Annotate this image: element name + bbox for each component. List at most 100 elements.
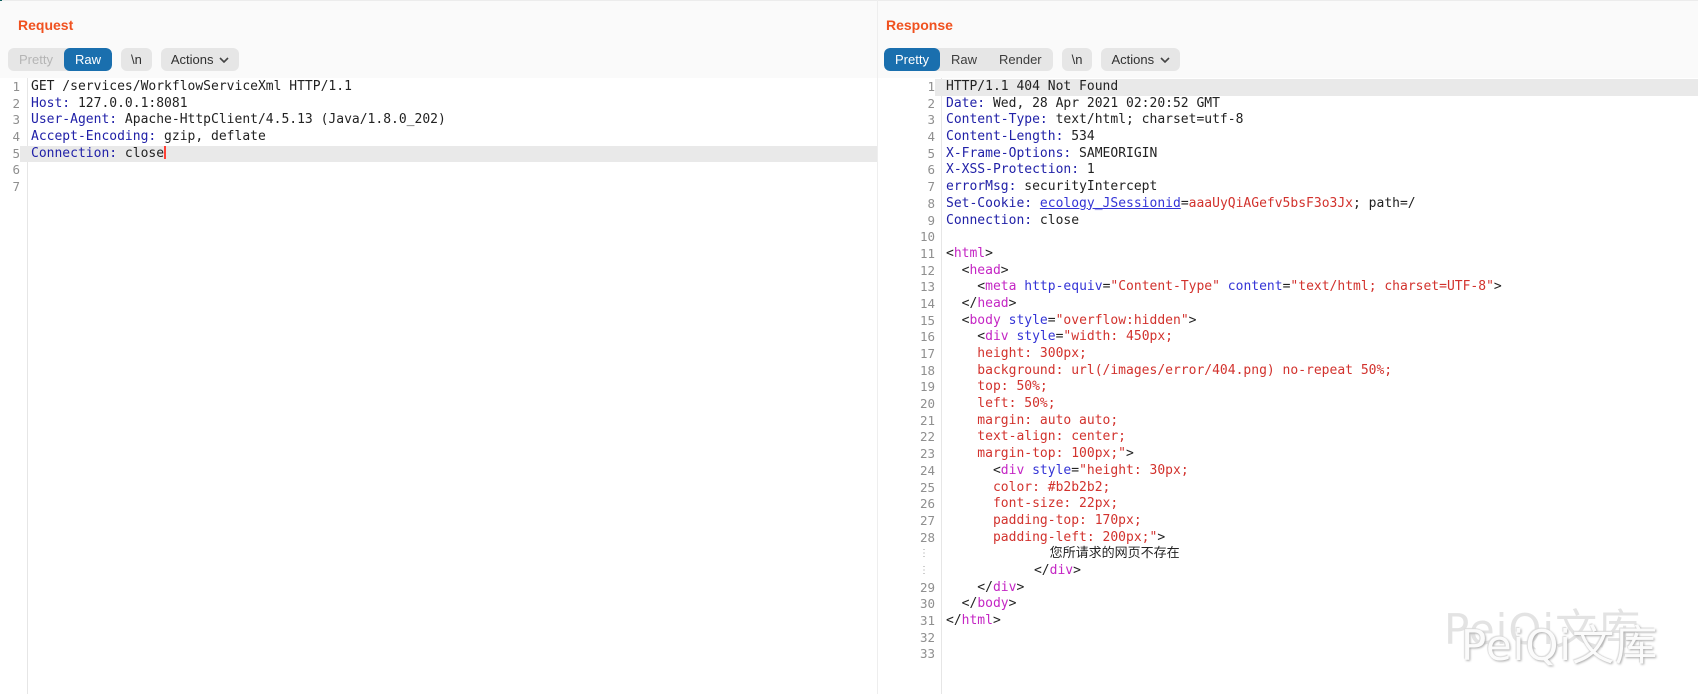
code-line[interactable]: 15 <body style="overflow:hidden"> [878, 313, 1698, 330]
syntax-plain: > [1189, 313, 1197, 328]
syntax-header: Host: [31, 96, 70, 111]
syntax-plain: </ [946, 580, 993, 595]
syntax-header: User-Agent: [31, 112, 117, 127]
code-line[interactable]: 19 top: 50%; [878, 379, 1698, 396]
syntax-plain: text/html; charset=utf-8 [1048, 112, 1244, 127]
request-editor[interactable]: 1GET /services/WorkflowServiceXml HTTP/1… [0, 78, 877, 694]
code-line[interactable]: 23 margin-top: 100px;"> [878, 446, 1698, 463]
code-line[interactable]: 32 [878, 630, 1698, 647]
request-tab-raw[interactable]: Raw [64, 48, 112, 71]
code-text: User-Agent: Apache-HttpClient/4.5.13 (Ja… [20, 112, 877, 129]
code-line[interactable]: 3User-Agent: Apache-HttpClient/4.5.13 (J… [0, 112, 877, 129]
syntax-attr: http-equiv [1024, 279, 1102, 294]
line-number: 12 [878, 263, 935, 280]
code-text: <div style="width: 450px; [935, 329, 1698, 346]
code-line[interactable]: 3Content-Type: text/html; charset=utf-8 [878, 112, 1698, 129]
line-number: 20 [878, 396, 935, 413]
code-line[interactable]: 2Host: 127.0.0.1:8081 [0, 96, 877, 113]
code-text: </head> [935, 296, 1698, 313]
code-line[interactable]: 9Connection: close [878, 213, 1698, 230]
code-text: margin-top: 100px;"> [935, 446, 1698, 463]
code-line[interactable]: 10 [878, 229, 1698, 246]
line-number: 10 [878, 229, 935, 246]
code-line[interactable]: 17 height: 300px; [878, 346, 1698, 363]
request-view-tabs: PrettyRaw [8, 48, 112, 71]
syntax-red: "overflow:hidden" [1056, 313, 1189, 328]
code-line[interactable]: 24 <div style="height: 30px; [878, 463, 1698, 480]
syntax-red: margin: auto auto; [946, 413, 1118, 428]
code-line[interactable]: 18 background: url(/images/error/404.png… [878, 363, 1698, 380]
code-text: 您所请求的网页不存在 [976, 546, 1698, 563]
wrap-indicator-icon: ⋮ [878, 563, 976, 580]
code-text: Content-Type: text/html; charset=utf-8 [935, 112, 1698, 129]
syntax-plain: SAMEORIGIN [1071, 146, 1157, 161]
request-newline-toggle[interactable]: \n [121, 48, 152, 71]
code-line[interactable]: ⋮ 您所请求的网页不存在 [878, 546, 1698, 563]
line-number: 22 [878, 429, 935, 446]
line-number: 15 [878, 313, 935, 330]
code-text: left: 50%; [935, 396, 1698, 413]
code-text: margin: auto auto; [935, 413, 1698, 430]
code-line[interactable]: 28 padding-left: 200px;"> [878, 530, 1698, 547]
code-text: <body style="overflow:hidden"> [935, 313, 1698, 330]
code-line[interactable]: ⋮ </div> [878, 563, 1698, 580]
code-line[interactable]: 27 padding-top: 170px; [878, 513, 1698, 530]
code-text: </body> [935, 596, 1698, 613]
code-line[interactable]: 5X-Frame-Options: SAMEORIGIN [878, 146, 1698, 163]
syntax-tag: div [985, 329, 1008, 344]
syntax-red: "Content-Type" [1110, 279, 1220, 294]
code-text [20, 162, 877, 179]
response-newline-toggle[interactable]: \n [1062, 48, 1093, 71]
code-line[interactable]: 25 color: #b2b2b2; [878, 480, 1698, 497]
code-line[interactable]: 26 font-size: 22px; [878, 496, 1698, 513]
response-actions-button[interactable]: Actions [1101, 48, 1180, 71]
code-line[interactable]: 5Connection: close [0, 146, 877, 163]
code-line[interactable]: 21 margin: auto auto; [878, 413, 1698, 430]
code-line[interactable]: 1GET /services/WorkflowServiceXml HTTP/1… [0, 79, 877, 96]
code-line[interactable]: 6X-XSS-Protection: 1 [878, 162, 1698, 179]
line-number: 27 [878, 513, 935, 530]
syntax-header: Content-Length: [946, 129, 1063, 144]
code-line[interactable]: 31</html> [878, 613, 1698, 630]
code-line[interactable]: 4Accept-Encoding: gzip, deflate [0, 129, 877, 146]
response-header: Response PrettyRawRender \n Actions [878, 1, 1698, 78]
line-number: 28 [878, 530, 935, 547]
code-line[interactable]: 29 </div> [878, 580, 1698, 597]
response-view-tabs: PrettyRawRender [884, 48, 1053, 71]
code-line[interactable]: 6 [0, 162, 877, 179]
code-line[interactable]: 13 <meta http-equiv="Content-Type" conte… [878, 279, 1698, 296]
code-line[interactable]: 11<html> [878, 246, 1698, 263]
syntax-red: text-align: center; [946, 429, 1126, 444]
code-text: errorMsg: securityIntercept [935, 179, 1698, 196]
syntax-plain: Wed, 28 Apr 2021 02:20:52 GMT [985, 96, 1220, 111]
code-line[interactable]: 22 text-align: center; [878, 429, 1698, 446]
code-line[interactable]: 2Date: Wed, 28 Apr 2021 02:20:52 GMT [878, 96, 1698, 113]
code-line[interactable]: 1HTTP/1.1 404 Not Found [878, 79, 1698, 96]
syntax-tag: body [977, 596, 1008, 611]
code-line[interactable]: 12 <head> [878, 263, 1698, 280]
code-line[interactable]: 8Set-Cookie: ecology_JSessionid=aaaUyQiA… [878, 196, 1698, 213]
syntax-red: aaaUyQiAGefv5bsF3o3Jx [1189, 196, 1353, 211]
code-text: <div style="height: 30px; [935, 463, 1698, 480]
code-line[interactable]: 7 [0, 179, 877, 196]
line-number: 29 [878, 580, 935, 597]
response-tab-render[interactable]: Render [988, 48, 1053, 71]
request-actions-button[interactable]: Actions [161, 48, 240, 71]
code-line[interactable]: 33 [878, 646, 1698, 663]
code-line[interactable]: 16 <div style="width: 450px; [878, 329, 1698, 346]
request-tab-pretty[interactable]: Pretty [8, 48, 64, 71]
line-number: 32 [878, 630, 935, 647]
line-number: 6 [0, 162, 20, 179]
response-tab-pretty[interactable]: Pretty [884, 48, 940, 71]
response-editor[interactable]: 1HTTP/1.1 404 Not Found2Date: Wed, 28 Ap… [878, 78, 1698, 694]
code-line[interactable]: 14 </head> [878, 296, 1698, 313]
syntax-plain: = [1071, 463, 1079, 478]
line-number: 26 [878, 496, 935, 513]
code-line[interactable]: 20 left: 50%; [878, 396, 1698, 413]
code-line[interactable]: 30 </body> [878, 596, 1698, 613]
code-line[interactable]: 7errorMsg: securityIntercept [878, 179, 1698, 196]
code-line[interactable]: 4Content-Length: 534 [878, 129, 1698, 146]
line-number: 31 [878, 613, 935, 630]
line-number: 18 [878, 363, 935, 380]
response-tab-raw[interactable]: Raw [940, 48, 988, 71]
